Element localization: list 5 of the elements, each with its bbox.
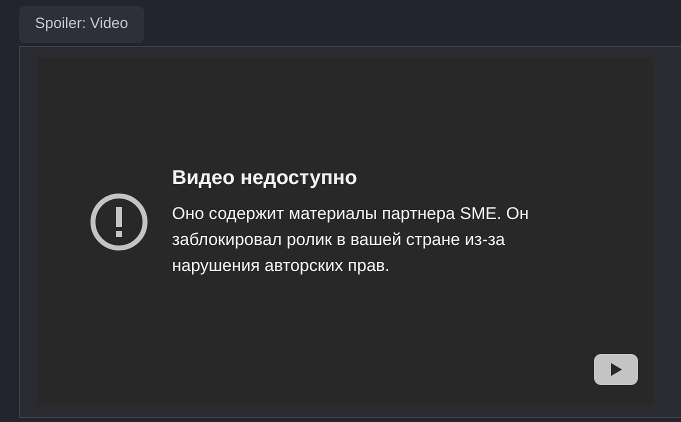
video-message: Оно содержит материалы партнера SME. Он заблокировал ролик в вашей стране из-за нарушения авторских прав.	[172, 202, 530, 276]
spoiler-button[interactable]: Spoiler: Video	[19, 6, 144, 43]
video-title: Видео недоступно	[172, 166, 358, 190]
play-logo-icon	[594, 354, 638, 385]
warning-icon	[90, 192, 148, 250]
